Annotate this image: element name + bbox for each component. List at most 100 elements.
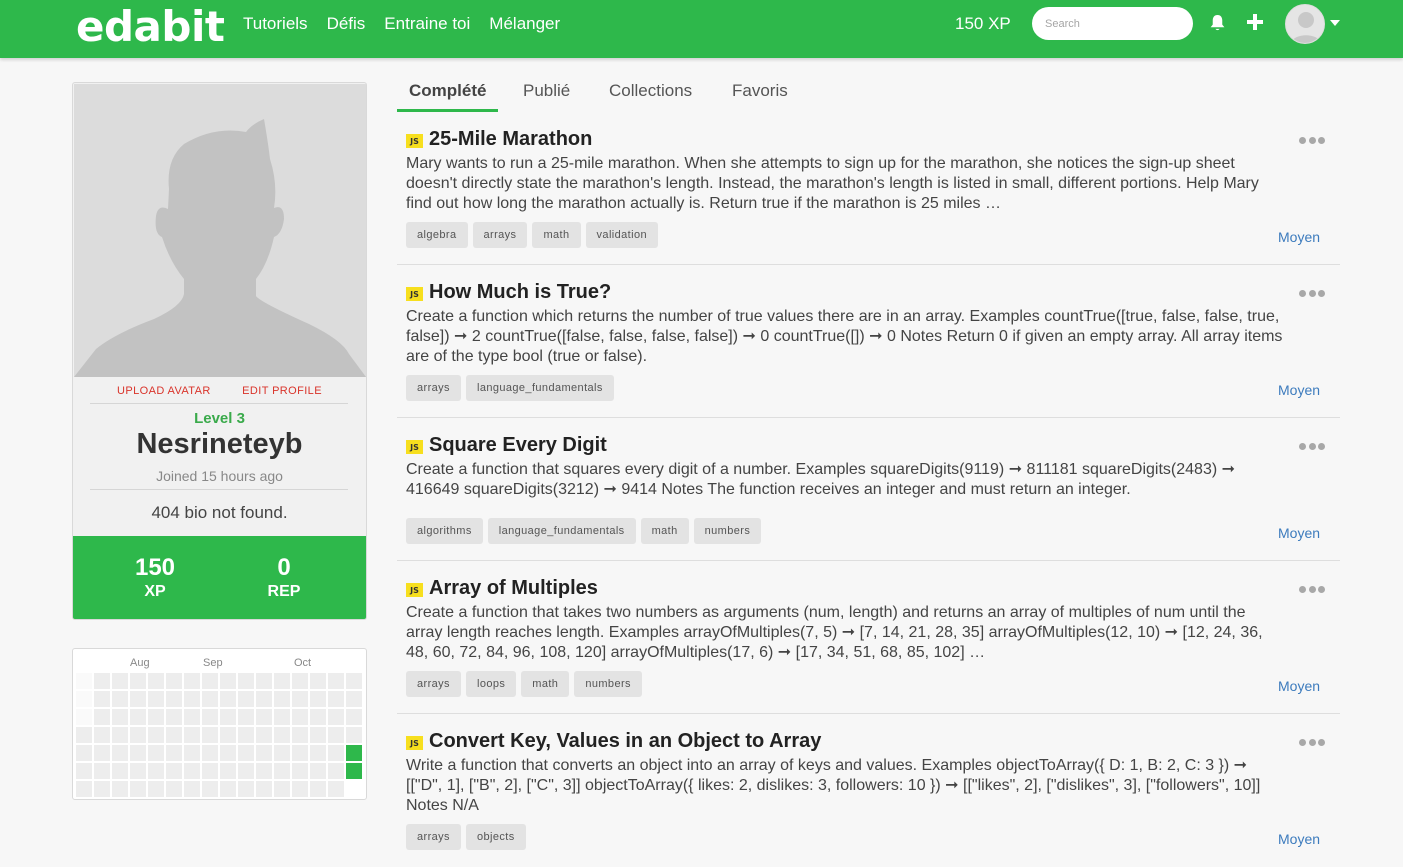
tab-favoris[interactable]: Favoris <box>720 78 800 112</box>
activity-cell <box>238 709 254 725</box>
challenge-description: Create a function which returns the numb… <box>406 308 1283 365</box>
activity-cell <box>328 673 344 689</box>
activity-cell <box>202 763 218 779</box>
activity-cell <box>346 709 362 725</box>
challenge-item[interactable]: JS Square Every Digit Create a function … <box>397 418 1340 561</box>
rep-stat: 0 REP <box>224 554 344 602</box>
tag[interactable]: numbers <box>574 671 642 697</box>
tag[interactable]: arrays <box>472 222 528 248</box>
activity-cell <box>256 745 272 761</box>
activity-cell <box>220 763 236 779</box>
activity-cell <box>202 709 218 725</box>
activity-cell <box>274 763 290 779</box>
activity-cell <box>130 745 146 761</box>
tag-list: arrays loops math numbers <box>406 671 642 697</box>
plus-icon[interactable] <box>1246 13 1264 31</box>
edit-profile-link[interactable]: EDIT PROFILE <box>242 385 322 397</box>
tag[interactable]: math <box>640 518 689 544</box>
activity-cell <box>274 691 290 707</box>
more-options-icon[interactable] <box>1299 443 1325 451</box>
edabit-logo[interactable]: edabit <box>76 2 225 51</box>
activity-cell <box>112 781 128 797</box>
activity-cell <box>184 745 200 761</box>
chevron-down-icon[interactable] <box>1330 20 1340 26</box>
activity-cell <box>130 709 146 725</box>
activity-cell <box>256 727 272 743</box>
tag[interactable]: language_fundamentals <box>487 518 636 544</box>
activity-cell <box>184 673 200 689</box>
challenge-title[interactable]: How Much is True? <box>429 281 611 304</box>
tag[interactable]: math <box>521 671 570 697</box>
tag[interactable]: arrays <box>406 671 461 697</box>
tag[interactable]: algorithms <box>406 518 483 544</box>
search-input[interactable] <box>1032 7 1193 40</box>
challenge-item[interactable]: JS Array of Multiples Create a function … <box>397 561 1340 714</box>
rep-value: 0 <box>277 554 291 581</box>
profile-avatar-image <box>74 84 366 377</box>
challenge-title[interactable]: Array of Multiples <box>429 577 598 600</box>
activity-cell <box>94 745 110 761</box>
upload-avatar-link[interactable]: UPLOAD AVATAR <box>117 385 211 397</box>
nav-entraine-toi[interactable]: Entraine toi <box>384 13 470 35</box>
bell-icon[interactable] <box>1209 14 1226 32</box>
user-bio: 404 bio not found. <box>151 503 288 522</box>
activity-cell <box>274 781 290 797</box>
activity-cell <box>310 727 326 743</box>
activity-grid <box>73 649 366 799</box>
nav-defis[interactable]: Défis <box>327 13 366 35</box>
tag[interactable]: numbers <box>693 518 762 544</box>
tag[interactable]: objects <box>465 824 526 850</box>
top-navbar: edabit Tutoriels Défis Entraine toi Méla… <box>0 0 1403 58</box>
more-options-icon[interactable] <box>1299 137 1325 145</box>
activity-cell <box>112 763 128 779</box>
more-options-icon[interactable] <box>1299 739 1325 747</box>
challenge-item[interactable]: JS 25-Mile Marathon Mary wants to run a … <box>397 118 1340 265</box>
activity-cell <box>292 691 308 707</box>
activity-cell <box>166 727 182 743</box>
javascript-icon: JS <box>406 583 423 597</box>
tag[interactable]: math <box>532 222 581 248</box>
activity-cell <box>76 709 92 725</box>
tag[interactable]: validation <box>585 222 659 248</box>
divider <box>90 403 348 404</box>
activity-cell <box>202 727 218 743</box>
activity-calendar: Aug Sep Oct <box>72 648 367 800</box>
challenge-title[interactable]: 25-Mile Marathon <box>429 128 592 151</box>
activity-cell <box>220 781 236 797</box>
activity-cell <box>238 673 254 689</box>
nav-melanger[interactable]: Mélanger <box>489 13 560 35</box>
activity-cell <box>112 727 128 743</box>
nav-tutoriels[interactable]: Tutoriels <box>243 13 308 35</box>
challenge-item[interactable]: JS How Much is True? Create a function w… <box>397 265 1340 418</box>
activity-cell <box>292 727 308 743</box>
activity-cell <box>112 673 128 689</box>
challenge-item[interactable]: JS Convert Key, Values in an Object to A… <box>397 714 1340 867</box>
rep-label: REP <box>267 583 301 600</box>
challenge-title[interactable]: Convert Key, Values in an Object to Arra… <box>429 730 821 753</box>
tag[interactable]: language_fundamentals <box>465 375 614 401</box>
activity-cell <box>184 727 200 743</box>
activity-cell <box>148 691 164 707</box>
tag[interactable]: algebra <box>406 222 468 248</box>
user-avatar[interactable] <box>1285 4 1325 44</box>
challenge-title[interactable]: Square Every Digit <box>429 434 607 457</box>
activity-cell <box>148 673 164 689</box>
tab-collections[interactable]: Collections <box>597 78 704 112</box>
default-avatar-icon <box>1290 12 1322 43</box>
tag[interactable]: loops <box>465 671 517 697</box>
activity-cell <box>166 691 182 707</box>
tag[interactable]: arrays <box>406 824 461 850</box>
tab-complete[interactable]: Complété <box>397 78 499 112</box>
activity-cell <box>130 691 146 707</box>
activity-cell <box>112 709 128 725</box>
activity-cell <box>166 763 182 779</box>
tag[interactable]: arrays <box>406 375 461 401</box>
activity-cell <box>94 673 110 689</box>
tab-publie[interactable]: Publié <box>511 78 582 112</box>
activity-cell <box>274 745 290 761</box>
activity-cell <box>310 781 326 797</box>
more-options-icon[interactable] <box>1299 586 1325 594</box>
activity-cell <box>346 673 362 689</box>
main-nav: Tutoriels Défis Entraine toi Mélanger <box>243 13 579 35</box>
more-options-icon[interactable] <box>1299 290 1325 298</box>
